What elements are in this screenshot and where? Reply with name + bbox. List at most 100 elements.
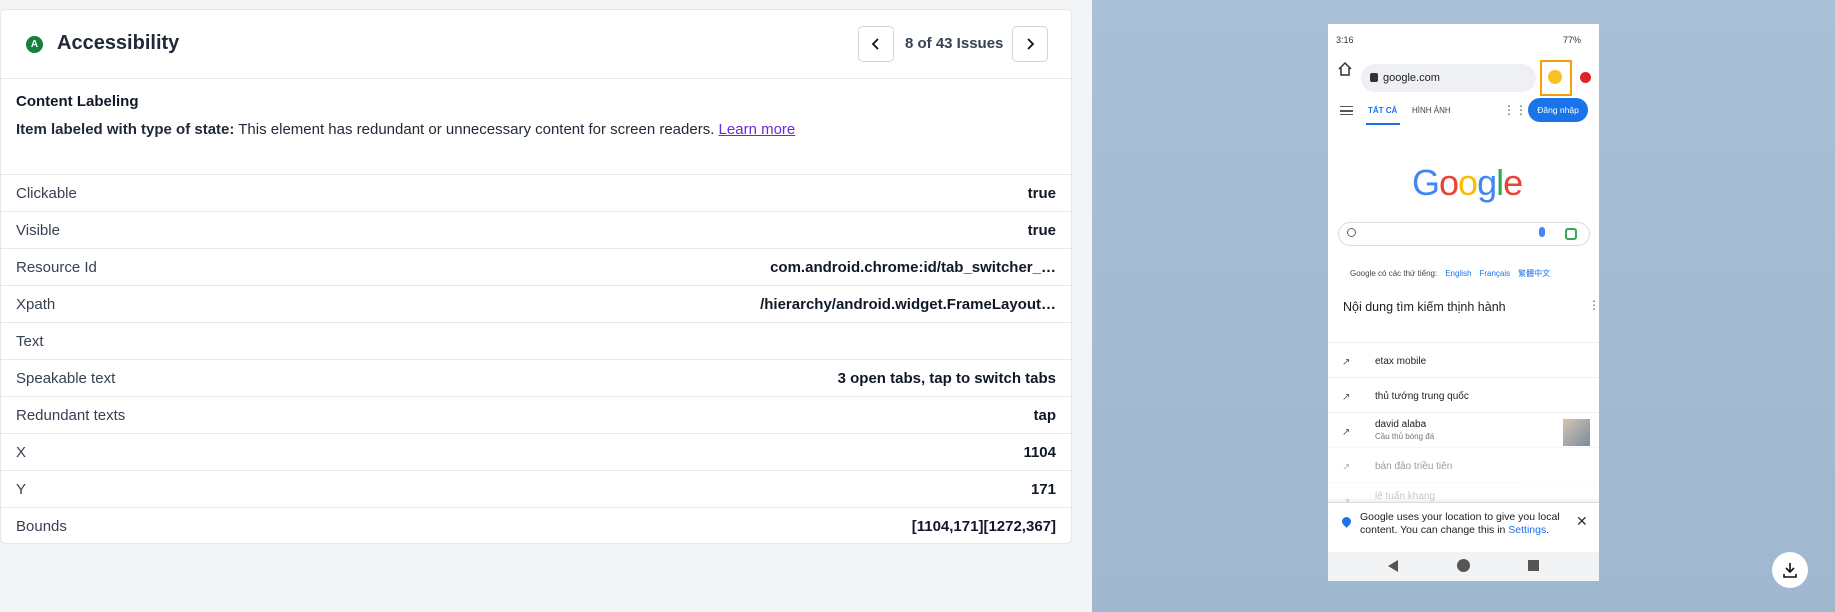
android-nav-bar	[1328, 552, 1599, 581]
trend-arrow-icon: ↗	[1342, 462, 1351, 473]
property-value: true	[1027, 222, 1056, 239]
card-header: A Accessibility 8 of 43 Issues	[1, 10, 1071, 79]
property-key: Visible	[16, 222, 60, 239]
search-input[interactable]	[1338, 222, 1590, 246]
issue-description-text: This element has redundant or unnecessar…	[234, 121, 719, 138]
apps-grid-icon[interactable]: ⋮⋮	[1503, 104, 1527, 116]
property-value: com.android.chrome:id/tab_switcher_…	[770, 259, 1056, 276]
status-bar: 3:16 77%	[1328, 24, 1599, 54]
property-value: tap	[1033, 407, 1057, 424]
trend-arrow-icon: ↗	[1342, 427, 1351, 438]
property-value: 171	[1030, 481, 1056, 498]
language-links: Google có các thứ tiếng: English Français 繁…	[1350, 268, 1550, 279]
next-issue-button[interactable]	[1012, 26, 1048, 62]
trend-sublabel: Cầu thủ bóng đá	[1375, 432, 1435, 441]
property-key: Text	[16, 333, 44, 350]
signin-button[interactable]: Đăng nhập	[1528, 98, 1588, 122]
trend-label: lê tuấn khang	[1375, 491, 1436, 502]
property-row: Bounds [1104,171][1272,367]	[0, 507, 1072, 544]
back-icon[interactable]	[1388, 560, 1398, 572]
tab-all[interactable]: TẤT CẢ	[1368, 106, 1397, 115]
search-icon	[1347, 228, 1356, 237]
download-icon	[1783, 563, 1797, 578]
issue-type-label: Item labeled with type of state:	[16, 121, 235, 138]
property-value: 3 open tabs, tap to switch tabs	[837, 370, 1056, 387]
issue-category: Content Labeling	[16, 93, 139, 110]
properties-table: Clickable true Visible true Resource Id com…	[0, 174, 1072, 544]
property-key: Resource Id	[16, 259, 97, 276]
lens-icon[interactable]	[1565, 228, 1577, 240]
trend-item[interactable]: ↗ david alaba Cầu thủ bóng đá	[1328, 412, 1599, 448]
lock-icon	[1370, 73, 1378, 82]
toast-message: Google uses your location to give you lo…	[1360, 511, 1560, 537]
property-key: Redundant texts	[16, 407, 126, 424]
accessibility-badge-icon: A	[26, 36, 43, 53]
property-key: Y	[16, 481, 27, 498]
page: A Accessibility 8 of 43 Issues Content L…	[0, 0, 1835, 612]
property-row: Redundant texts tap	[0, 396, 1072, 433]
trend-label: etax mobile	[1375, 356, 1427, 367]
property-key: Bounds	[16, 518, 67, 535]
property-row: Y 171	[0, 470, 1072, 507]
google-nav: TẤT CẢ HÌNH ẢNH ⋮⋮ Đăng nhập	[1328, 96, 1599, 130]
home-icon[interactable]	[1337, 61, 1353, 77]
address-bar[interactable]: google.com	[1361, 64, 1536, 92]
chevron-right-icon	[1027, 38, 1035, 50]
property-row: Xpath/hierarchy/android.widget.FrameLayo…	[0, 285, 1072, 322]
trend-item[interactable]: ↗ bán đảo triều tiên	[1328, 447, 1599, 483]
trend-label: thủ tướng trung quốc	[1375, 391, 1469, 402]
property-row: Resource Id com.android.chrome:id/tab_swi…	[0, 248, 1072, 285]
language-prefix: Google có các thứ tiếng:	[1350, 269, 1438, 278]
property-key: Clickable	[16, 185, 77, 202]
trend-item[interactable]: ↗ etax mobile	[1328, 342, 1599, 378]
property-key: Speakable text	[16, 370, 116, 387]
google-logo: Google	[1412, 162, 1523, 203]
property-value: 1104	[1023, 444, 1056, 461]
property-row: Speakable text 3 open tabs, tap to switch…	[0, 359, 1072, 396]
download-button[interactable]	[1772, 552, 1808, 588]
trend-label: david alaba	[1375, 419, 1427, 430]
details-panel: A Accessibility 8 of 43 Issues Content L…	[0, 0, 1092, 612]
more-vert-icon[interactable]: ⋮	[1588, 298, 1599, 312]
trend-item[interactable]: ↗ thủ tướng trung quốc	[1328, 377, 1599, 413]
chevron-left-icon	[871, 38, 879, 50]
property-key: X	[16, 444, 27, 461]
language-link[interactable]: English	[1445, 269, 1471, 278]
trend-thumbnail	[1563, 419, 1590, 446]
hamburger-icon[interactable]	[1340, 106, 1353, 115]
trend-arrow-icon: ↗	[1342, 392, 1351, 403]
trend-arrow-icon: ↗	[1342, 357, 1351, 368]
issue-description: Item labeled with type of state: This el…	[16, 121, 795, 138]
location-toast: Google uses your location to give you lo…	[1328, 502, 1599, 552]
property-value: [1104,171][1272,367]	[911, 518, 1056, 535]
device-screenshot[interactable]: 3:16 77% google.com TẤT CẢ HÌNH ẢNH ⋮⋮ Đ…	[1328, 24, 1599, 581]
active-tab-indicator	[1366, 123, 1400, 125]
url-text: google.com	[1383, 72, 1440, 84]
mic-icon[interactable]	[1539, 227, 1545, 237]
language-link[interactable]: 繁體中文	[1518, 269, 1550, 278]
property-value: true	[1027, 185, 1056, 202]
settings-link[interactable]: Settings	[1508, 524, 1546, 536]
issue-counter: 8 of 43 Issues	[905, 35, 1004, 52]
close-icon[interactable]: ✕	[1576, 513, 1588, 530]
trend-label: bán đảo triều tiên	[1375, 461, 1453, 472]
browser-toolbar: google.com	[1328, 54, 1599, 96]
property-row: Text	[0, 322, 1072, 359]
home-button-icon[interactable]	[1457, 559, 1470, 572]
previous-issue-button[interactable]	[858, 26, 894, 62]
property-row: X 1104	[0, 433, 1072, 470]
status-time: 3:16	[1336, 35, 1354, 45]
property-value: /hierarchy/android.widget.FrameLayout…	[760, 296, 1056, 313]
toast-end: .	[1546, 524, 1550, 536]
language-link[interactable]: Français	[1479, 269, 1510, 278]
tab-images[interactable]: HÌNH ẢNH	[1412, 106, 1451, 115]
tab-switcher-icon	[1548, 70, 1562, 84]
property-row: Clickable true	[0, 174, 1072, 211]
recents-icon[interactable]	[1528, 560, 1539, 571]
property-key: Xpath	[16, 296, 56, 313]
status-battery: 77%	[1562, 35, 1581, 45]
device-preview-panel: 3:16 77% google.com TẤT CẢ HÌNH ẢNH ⋮⋮ Đ…	[1092, 0, 1835, 612]
learn-more-link[interactable]: Learn more	[719, 121, 796, 138]
trending-heading: Nội dung tìm kiếm thịnh hành	[1343, 300, 1506, 314]
browser-menu-icon[interactable]	[1580, 72, 1591, 83]
